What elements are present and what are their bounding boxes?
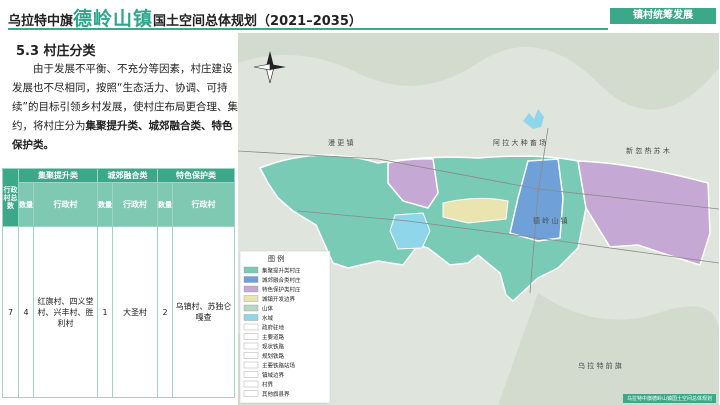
legend-swatch: [243, 352, 259, 359]
legend-label: 山体: [262, 305, 274, 313]
map-label-ala: 阿 拉 大 种 畜 场: [493, 138, 546, 147]
table-row: 7 4 红旗村、四义堂村、兴丰村、胜利村 1 大圣村 2 乌镇村、苏独仑嘎查: [2, 226, 235, 398]
legend-label: 规划铁路: [262, 352, 285, 360]
title-prefix: 乌拉特中旗: [8, 14, 74, 29]
map-label-mangeng: 漫 更 镇: [328, 138, 353, 147]
count-header-sub: 数量: [97, 182, 113, 227]
total-header: 行政村总数: [2, 168, 19, 227]
village-header-fea: 行政村: [172, 182, 235, 227]
legend-label: 现状铁路: [262, 343, 285, 351]
town-dev-zone: [442, 197, 509, 224]
sub-count: 1: [97, 226, 113, 398]
count-header-agg: 数量: [18, 182, 34, 227]
agg-villages: 红旗村、四义堂村、兴丰村、胜利村: [33, 226, 98, 398]
legend-swatch: [243, 276, 259, 283]
sub-villages: 大圣村: [112, 226, 158, 398]
legend-label: 特色保护类村庄: [262, 286, 301, 294]
legend-swatch: [243, 314, 259, 321]
map-label-delingshan: 德 岭 山 镇: [533, 216, 568, 225]
legend-label: 水域: [262, 314, 274, 322]
village-classification-table: 行政村总数 集聚提升类 城郊融合类 特色保护类 数量 行政村 数量 行政村 数量…: [2, 168, 235, 398]
legend-label: 集聚提升类村庄: [262, 267, 301, 275]
group-header-agg: 集聚提升类: [18, 168, 98, 183]
footer: 乌拉特中旗德岭山镇国土空间总体规划: [622, 394, 716, 403]
village-header-sub: 行政村: [112, 182, 158, 227]
map-label-qianqi: 乌 拉 特 前 旗: [578, 361, 622, 370]
fea-villages: 乌镇村、苏独仑嘎查: [172, 226, 235, 398]
legend-label: 城郊融合类村庄: [262, 276, 301, 284]
legend-label: 主要铁路站场: [262, 362, 296, 370]
count-header-fea: 数量: [157, 182, 173, 227]
section-title: 5.3 村庄分类: [16, 44, 96, 59]
legend-swatch: [243, 390, 259, 397]
legend-label: 政府驻地: [262, 324, 285, 332]
village-header-agg: 行政村: [33, 182, 98, 227]
group-header-fea: 特色保护类: [157, 168, 235, 183]
legend-title: 图 例: [268, 254, 284, 263]
title-suffix: 国土空间总体规划（2021–2035）: [153, 14, 362, 29]
map-label-xinhure: 新 忽 热 苏 木: [626, 146, 670, 155]
legend-swatch: [243, 295, 259, 302]
water-region: [389, 212, 431, 250]
legend-swatch: [243, 333, 259, 340]
legend-swatch: [243, 304, 259, 312]
total-value: 7: [2, 226, 19, 398]
legend-label: 其他旗县界: [262, 390, 290, 398]
paragraph-end: 。: [43, 139, 55, 151]
legend: 图 例 集聚提升类村庄城郊融合类村庄特色保护类村庄城镇开发边界山体水域政府驻地主…: [239, 250, 331, 404]
section-tag: 镇村统筹发展: [610, 8, 716, 24]
legend-label: 镇域边界: [262, 371, 285, 379]
legend-swatch: [243, 380, 259, 388]
legend-label: 主要道路: [262, 333, 285, 341]
group-header-sub: 城郊融合类: [97, 168, 158, 183]
page-title: 乌拉特中旗德岭山镇国土空间总体规划（2021–2035）: [8, 4, 362, 31]
legend-swatch: [243, 371, 259, 378]
legend-swatch: [243, 342, 259, 350]
header-divider: [8, 28, 608, 30]
village-map: 漫 更 镇 阿 拉 大 种 畜 场 新 忽 热 苏 木 德 岭 山 镇 乌 拉 …: [237, 33, 720, 405]
legend-swatch: [243, 361, 259, 369]
header: 乌拉特中旗德岭山镇国土空间总体规划（2021–2035） 镇村统筹发展: [0, 0, 720, 30]
fea-count: 2: [157, 226, 173, 398]
legend-label: 村界: [262, 381, 274, 389]
legend-label: 城镇开发边界: [262, 295, 296, 303]
title-town: 德岭山镇: [73, 8, 154, 30]
legend-swatch: [243, 323, 259, 331]
legend-swatch: [243, 285, 259, 293]
legend-swatch: [243, 266, 259, 274]
section-paragraph: 由于发展不平衡、不充分等因素，村庄建设发展也不尽相同，按照“生态活力、协调、可持…: [12, 60, 242, 155]
agg-count: 4: [18, 226, 34, 398]
